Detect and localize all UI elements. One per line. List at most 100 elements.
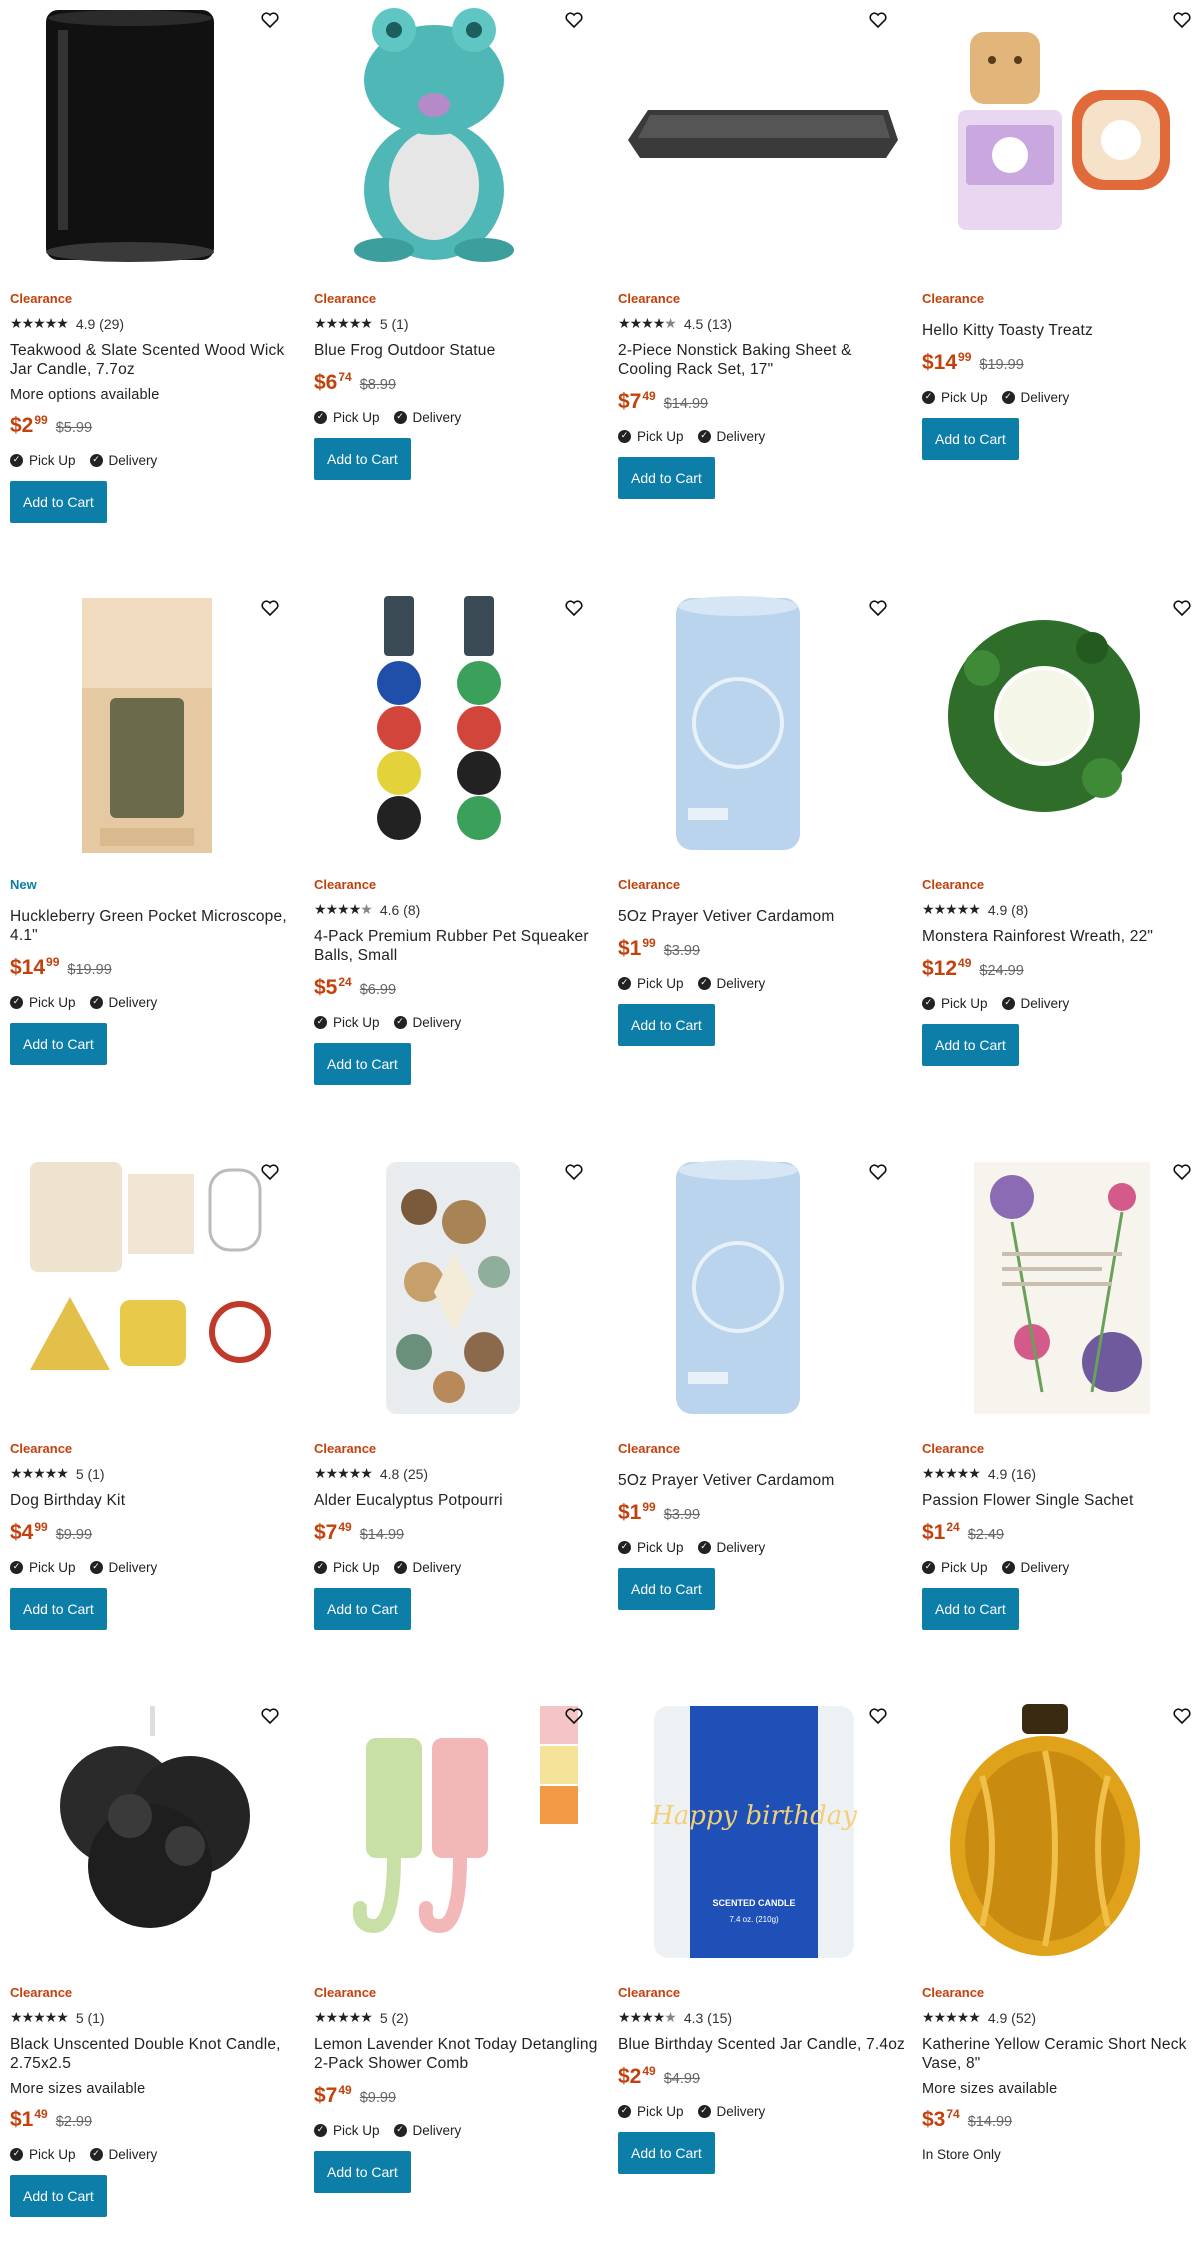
heart-icon[interactable] <box>258 8 282 32</box>
rating-row: ★ ★ ★ ★ ★ 4.9 (29) <box>10 314 300 334</box>
product-name[interactable]: Dog Birthday Kit <box>10 1491 300 1510</box>
product-name[interactable]: 5Oz Prayer Vetiver Cardamom <box>618 1471 908 1490</box>
sale-price: $749 <box>314 2083 352 2108</box>
check-circle-icon: ✓ <box>314 410 327 424</box>
product-image[interactable] <box>10 1152 300 1422</box>
product-name[interactable]: Hello Kitty Toasty Treatz <box>922 321 1200 340</box>
add-to-cart-button[interactable]: Add to Cart <box>618 1568 715 1610</box>
product-image[interactable] <box>314 1696 604 1966</box>
pickup-label: Pick Up <box>333 2122 380 2138</box>
product-name[interactable]: 5Oz Prayer Vetiver Cardamom <box>618 907 908 926</box>
product-image[interactable] <box>922 588 1200 858</box>
pickup-option: ✓ Pick Up <box>922 390 988 405</box>
rating-count: 4.5 (13) <box>683 316 733 332</box>
add-to-cart-button[interactable]: Add to Cart <box>922 418 1019 460</box>
product-name[interactable]: 4-Pack Premium Rubber Pet Squeaker Balls… <box>314 927 604 965</box>
product-image[interactable] <box>314 1152 604 1422</box>
product-name[interactable]: Lemon Lavender Knot Today Detangling 2-P… <box>314 2035 604 2073</box>
product-name[interactable]: Black Unscented Double Knot Candle, 2.75… <box>10 2035 300 2073</box>
heart-icon[interactable] <box>258 596 282 620</box>
product-image[interactable] <box>922 1152 1200 1422</box>
sale-price-dollars: $7 <box>314 1521 338 1544</box>
options-note: More sizes available <box>922 2081 1058 2097</box>
price-row: $1249 $24.99 <box>922 956 1200 982</box>
check-circle-icon: ✓ <box>618 1540 631 1554</box>
product-name[interactable]: Huckleberry Green Pocket Microscope, 4.1… <box>10 907 300 945</box>
add-to-cart-button[interactable]: Add to Cart <box>922 1588 1019 1630</box>
star-rating-icon: ★ ★ ★ ★ ★ <box>314 316 373 332</box>
add-to-cart-button[interactable]: Add to Cart <box>922 1024 1019 1066</box>
product-image[interactable] <box>314 588 604 858</box>
heart-icon[interactable] <box>866 8 890 32</box>
product-name[interactable]: 2-Piece Nonstick Baking Sheet & Cooling … <box>618 341 908 379</box>
heart-icon[interactable] <box>866 1704 890 1728</box>
product-image[interactable] <box>10 1696 300 1966</box>
delivery-label: Delivery <box>1020 389 1070 405</box>
candle-label: SCENTED CANDLE <box>712 1898 795 1908</box>
blue-candle-icon <box>676 1160 800 1414</box>
pickup-label: Pick Up <box>941 389 988 405</box>
product-name[interactable]: Teakwood & Slate Scented Wood Wick Jar C… <box>10 341 300 379</box>
add-to-cart-button[interactable]: Add to Cart <box>10 1023 107 1065</box>
candle-weight: 7.4 oz. (210g) <box>729 1915 779 1924</box>
heart-icon[interactable] <box>1170 1704 1194 1728</box>
product-info: Clearance ★ ★ ★ ★ ★ 4.5 (13) 2-Piece Nonstick B… <box>618 290 908 499</box>
add-to-cart-button[interactable]: Add to Cart <box>10 2175 107 2217</box>
product-image[interactable] <box>618 588 908 858</box>
check-circle-icon: ✓ <box>89 1560 103 1574</box>
heart-icon[interactable] <box>562 8 586 32</box>
original-price: $14.99 <box>967 2114 1013 2130</box>
delivery-option: ✓ Delivery <box>697 976 765 991</box>
fulfillment-row: ✓ Pick Up ✓ Delivery <box>10 993 300 1011</box>
price-row: $749 $14.99 <box>314 1520 604 1546</box>
product-image[interactable] <box>10 588 300 858</box>
product-name[interactable]: Monstera Rainforest Wreath, 22" <box>922 927 1200 946</box>
rating-spacer <box>10 894 300 900</box>
add-to-cart-button[interactable]: Add to Cart <box>314 438 411 480</box>
product-image[interactable] <box>618 1152 908 1422</box>
product-tag: Clearance <box>314 877 377 892</box>
delivery-label: Delivery <box>108 1559 158 1575</box>
product-name[interactable]: Blue Frog Outdoor Statue <box>314 341 604 360</box>
heart-icon[interactable] <box>258 1160 282 1184</box>
heart-icon[interactable] <box>562 596 586 620</box>
heart-icon[interactable] <box>562 1704 586 1728</box>
product-image[interactable]: Happy birthday SCENTED CANDLE 7.4 oz. (2… <box>618 1696 908 1966</box>
product-image[interactable] <box>922 1696 1200 1966</box>
heart-icon[interactable] <box>866 596 890 620</box>
check-circle-icon: ✓ <box>618 976 631 990</box>
heart-icon[interactable] <box>562 1160 586 1184</box>
heart-icon[interactable] <box>1170 596 1194 620</box>
birthday-candle-icon: Happy birthday SCENTED CANDLE 7.4 oz. (2… <box>650 1706 857 1958</box>
original-price: $2.49 <box>967 1527 1005 1543</box>
add-to-cart-button[interactable]: Add to Cart <box>618 1004 715 1046</box>
flower-sachet-icon <box>974 1162 1150 1414</box>
pickup-label: Pick Up <box>333 1014 380 1030</box>
product-image[interactable] <box>922 0 1200 270</box>
add-to-cart-button[interactable]: Add to Cart <box>10 1588 107 1630</box>
add-to-cart-button[interactable]: Add to Cart <box>10 481 107 523</box>
heart-icon[interactable] <box>1170 8 1194 32</box>
pickup-option: ✓ Pick Up <box>10 453 76 468</box>
sale-price: $1249 <box>922 956 971 981</box>
delivery-label: Delivery <box>412 1014 462 1030</box>
heart-icon[interactable] <box>258 1704 282 1728</box>
product-name[interactable]: Katherine Yellow Ceramic Short Neck Vase… <box>922 2035 1200 2073</box>
product-image[interactable] <box>10 0 300 270</box>
product-name[interactable]: Blue Birthday Scented Jar Candle, 7.4oz <box>618 2035 908 2054</box>
sale-price-cents: 24 <box>946 1520 960 1534</box>
check-circle-icon: ✓ <box>89 995 103 1009</box>
add-to-cart-button[interactable]: Add to Cart <box>618 457 715 499</box>
product-image[interactable] <box>618 0 908 270</box>
add-to-cart-button[interactable]: Add to Cart <box>314 1588 411 1630</box>
add-to-cart-button[interactable]: Add to Cart <box>314 1043 411 1085</box>
heart-icon[interactable] <box>1170 1160 1194 1184</box>
product-image[interactable] <box>314 0 604 270</box>
heart-icon[interactable] <box>866 1160 890 1184</box>
delivery-option: ✓ Delivery <box>393 1560 461 1575</box>
product-name[interactable]: Alder Eucalyptus Potpourri <box>314 1491 604 1510</box>
product-name[interactable]: Passion Flower Single Sachet <box>922 1491 1200 1510</box>
add-to-cart-button[interactable]: Add to Cart <box>618 2132 715 2174</box>
sale-price: $1499 <box>10 955 59 980</box>
add-to-cart-button[interactable]: Add to Cart <box>314 2151 411 2193</box>
